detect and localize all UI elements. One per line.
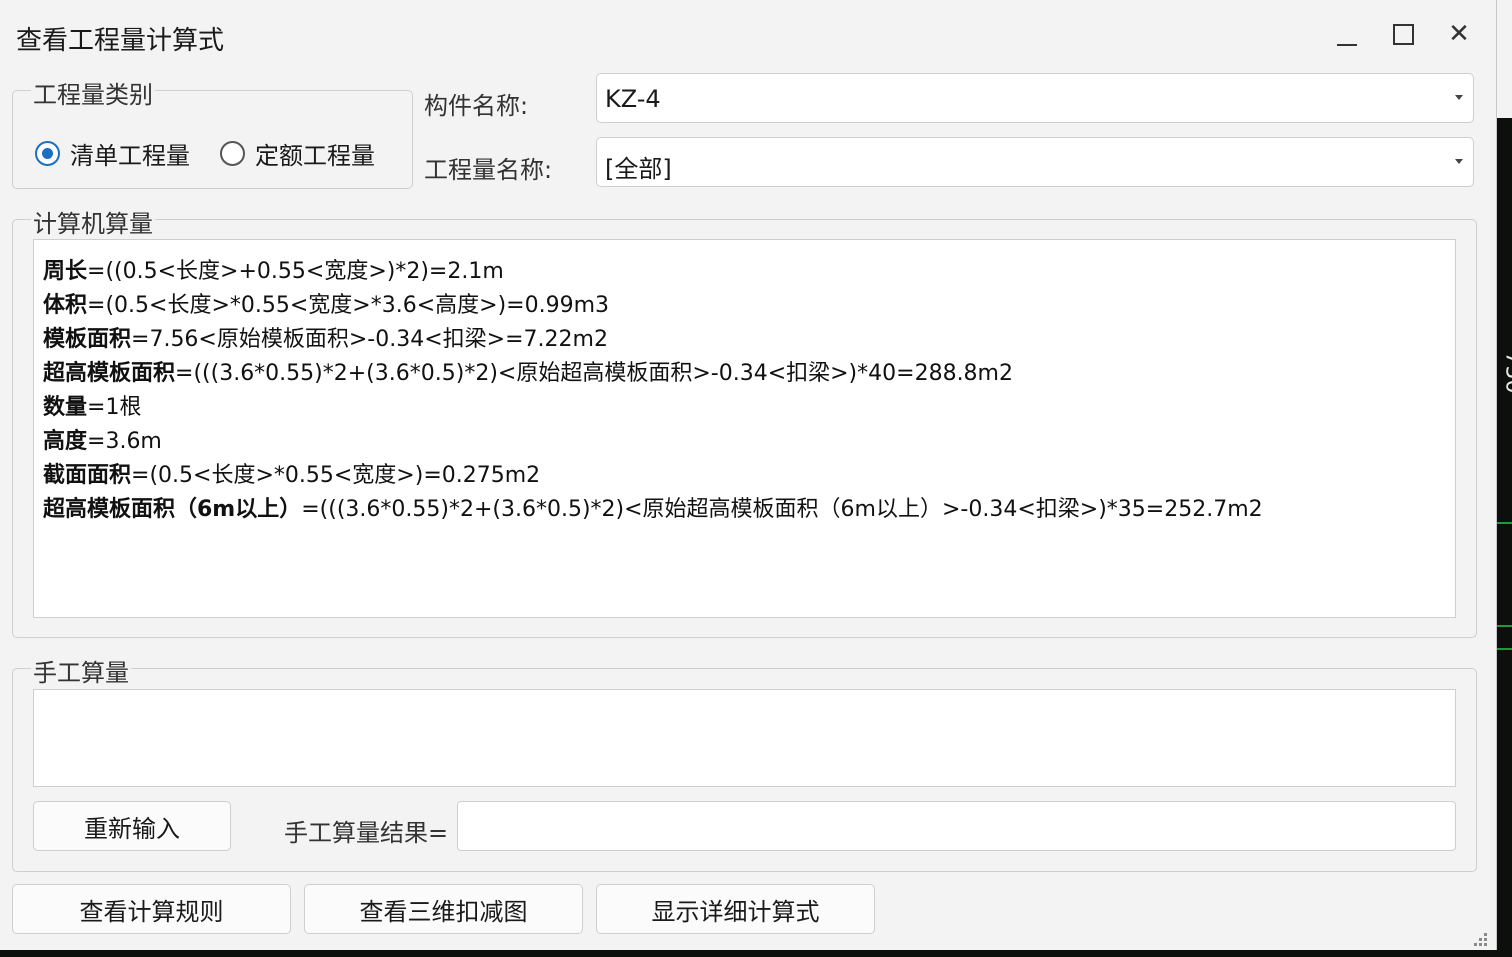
calc-line-formula: =(0.5<长度>*0.55<宽度>*3.6<高度>)=0.99m3 [87,293,610,318]
maximize-icon [1392,23,1414,45]
reenter-button[interactable]: 重新输入 [33,801,231,851]
manual-calc-group: 手工算量 重新输入 手工算量结果= [12,653,1477,872]
component-name-select[interactable]: KZ-4 [596,73,1474,123]
title-bar[interactable]: 查看工程量计算式 ✕ [0,0,1496,70]
calc-line-formula: =((0.5<长度>+0.55<宽度>)*2)=2.1m [87,259,504,284]
close-button[interactable]: ✕ [1434,14,1484,54]
background-green-line [1496,648,1512,650]
calc-line-formula: =(0.5<长度>*0.55<宽度>)=0.275m2 [131,463,541,488]
maximize-button[interactable] [1378,14,1428,54]
view-calc-rules-button[interactable]: 查看计算规则 [12,884,291,934]
radio-unchecked-icon [220,141,245,166]
calc-line: 截面面积=(0.5<长度>*0.55<宽度>)=0.275m2 [43,457,540,489]
radio-checked-icon [35,141,60,166]
background-green-line [1496,625,1512,627]
background-app-light-area [1496,0,1512,118]
window-title: 查看工程量计算式 [16,26,225,56]
calc-line-formula: =(((3.6*0.55)*2+(3.6*0.5)*2)<原始超高模板面积（6m… [301,497,1263,522]
calc-line-name: 周长 [43,259,88,284]
calc-line: 模板面积=7.56<原始模板面积>-0.34<扣梁>=7.22m2 [43,321,608,353]
radio-bill-quantity-label: 清单工程量 [70,142,190,170]
quantity-name-label: 工程量名称: [424,156,553,184]
quantity-category-group: 工程量类别 清单工程量 定额工程量 [12,75,413,189]
dropdown-arrow-icon [1455,159,1463,164]
manual-result-label: 手工算量结果= [284,819,449,847]
calc-line: 超高模板面积（6m以上）=(((3.6*0.55)*2+(3.6*0.5)*2)… [43,491,1263,523]
calc-line-name: 高度 [43,429,88,454]
calc-line: 高度=3.6m [43,423,162,455]
manual-result-input[interactable] [457,801,1456,851]
calc-line: 超高模板面积=(((3.6*0.55)*2+(3.6*0.5)*2)<原始超高模… [43,355,1013,387]
radio-bill-quantity[interactable]: 清单工程量 [35,136,190,171]
calc-line: 周长=((0.5<长度>+0.55<宽度>)*2)=2.1m [43,253,504,285]
calc-line-formula: =3.6m [87,429,162,454]
background-bottom-strip [0,950,1512,957]
calc-line-name: 超高模板面积 [43,361,176,386]
background-fragment-text: 750 [1500,351,1512,394]
calc-line-formula: =1根 [87,395,142,420]
background-app-strip: 750 [1496,0,1512,957]
resize-grip-icon[interactable] [1472,930,1490,948]
calc-line: 体积=(0.5<长度>*0.55<宽度>*3.6<高度>)=0.99m3 [43,287,609,319]
component-name-value: KZ-4 [605,85,661,113]
component-name-label: 构件名称: [424,92,529,120]
dropdown-arrow-icon [1455,95,1463,100]
manual-calc-legend: 手工算量 [31,653,131,688]
calc-line-formula: =(((3.6*0.55)*2+(3.6*0.5)*2)<原始超高模板面积>-0… [175,361,1013,386]
calc-line-name: 数量 [43,395,88,420]
quantity-name-select[interactable]: [全部] [596,137,1474,187]
computer-calc-group: 计算机算量 周长=((0.5<长度>+0.55<宽度>)*2)=2.1m 体积=… [12,204,1477,638]
calc-line: 数量=1根 [43,389,141,421]
calc-line-name: 截面面积 [43,463,132,488]
calc-line-formula: =7.56<原始模板面积>-0.34<扣梁>=7.22m2 [131,327,608,352]
calc-line-name: 模板面积 [43,327,132,352]
minimize-icon [1337,44,1357,46]
computer-calc-textarea[interactable]: 周长=((0.5<长度>+0.55<宽度>)*2)=2.1m 体积=(0.5<长… [33,239,1456,618]
quantity-category-legend: 工程量类别 [31,75,155,110]
quantity-name-value: [全部] [605,155,672,183]
calc-line-name: 超高模板面积（6m以上） [43,497,302,522]
computer-calc-legend: 计算机算量 [31,204,155,239]
radio-quota-quantity[interactable]: 定额工程量 [220,136,375,171]
show-detail-formula-button[interactable]: 显示详细计算式 [596,884,875,934]
calc-line-name: 体积 [43,293,88,318]
view-3d-deduction-button[interactable]: 查看三维扣减图 [304,884,583,934]
manual-calc-textarea[interactable] [33,689,1456,787]
calc-formula-dialog: 查看工程量计算式 ✕ 工程量类别 清单工程量 定额工程量 构件名称: KZ-4 … [0,0,1497,950]
minimize-button[interactable] [1322,14,1372,54]
background-green-line [1496,522,1512,524]
radio-quota-quantity-label: 定额工程量 [255,142,375,170]
close-icon: ✕ [1448,19,1470,49]
